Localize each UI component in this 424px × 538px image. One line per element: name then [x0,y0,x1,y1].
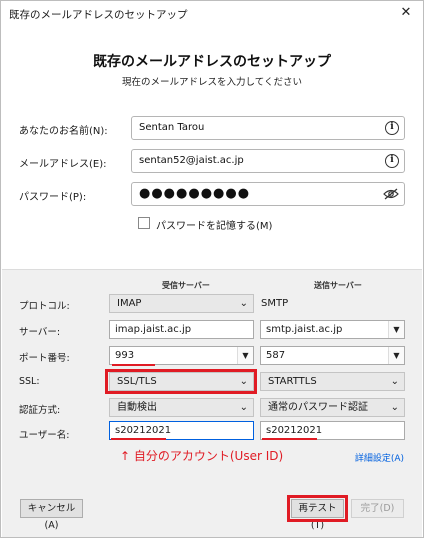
retest-highlight-box [287,495,348,522]
close-icon[interactable]: ✕ [395,3,417,23]
setup-dialog: 既存のメールアドレスのセットアップ ✕ 既存のメールアドレスのセットアップ 現在… [0,0,424,538]
outgoing-username-underline [262,438,317,440]
page-title: 既存のメールアドレスのセットアップ [93,54,331,70]
email-label: メールアドレス(E): [19,159,107,170]
name-value: Sentan Tarou [139,122,205,133]
ssl-label: SSL: [19,376,40,387]
outgoing-protocol-value: SMTP [261,298,289,309]
eye-off-icon[interactable] [383,188,399,200]
window-title: 既存のメールアドレスのセットアップ [9,9,188,21]
chevron-down-icon: ⌄ [239,298,248,309]
incoming-server-input[interactable]: imap.jaist.ac.jp [109,320,254,339]
chevron-down-icon: ⌄ [239,402,248,413]
advanced-settings-link[interactable]: 詳細設定(A) [355,451,404,464]
outgoing-port-value: 587 [266,350,286,361]
name-field[interactable]: Sentan Tarou i [131,116,405,140]
outgoing-server-combo[interactable]: smtp.jaist.ac.jp ▼ [260,320,405,339]
incoming-protocol-value: IMAP [117,298,142,309]
port-label: ポート番号: [19,353,70,364]
outgoing-username-value: s20212021 [266,425,323,436]
outgoing-ssl-value: STARTTLS [268,376,317,387]
incoming-port-value: 993 [115,350,135,361]
info-icon[interactable]: i [385,154,399,168]
done-button: 完了(D) [351,499,404,518]
outgoing-ssl-select[interactable]: STARTTLS ⌄ [260,372,405,391]
outgoing-auth-select[interactable]: 通常のパスワード認証 ⌄ [260,398,405,417]
outgoing-port-combo[interactable]: 587 ▼ [260,346,405,365]
password-value: ●●●●●●●●● [139,186,251,201]
ssl-highlight-box [105,369,257,394]
incoming-username-underline [111,438,166,440]
chevron-down-icon[interactable]: ▼ [388,347,404,364]
incoming-username-value: s20212021 [115,425,172,436]
page-subtitle: 現在のメールアドレスを入力してください [122,77,302,88]
remember-password-checkbox[interactable] [138,217,150,229]
server-label: サーバー: [19,327,61,338]
outgoing-server-value: smtp.jaist.ac.jp [266,324,343,335]
outgoing-server-header: 送信サーバー [314,281,362,290]
name-label: あなたのお名前(N): [19,126,108,137]
password-field[interactable]: ●●●●●●●●● [131,182,405,206]
incoming-port-combo[interactable]: 993 ▼ [109,346,254,365]
chevron-down-icon[interactable]: ▼ [237,347,253,364]
chevron-down-icon[interactable]: ▼ [388,321,404,338]
remember-password-label[interactable]: パスワードを記憶する(M) [156,217,272,232]
info-icon[interactable]: i [385,121,399,135]
auth-label: 認証方式: [19,405,61,416]
protocol-label: プロトコル: [19,301,70,312]
incoming-auth-value: 自動検出 [117,402,157,413]
username-label: ユーザー名: [19,430,70,441]
port-highlight-underline [112,364,155,366]
incoming-server-value: imap.jaist.ac.jp [115,324,192,335]
email-field[interactable]: sentan52@jaist.ac.jp i [131,149,405,173]
password-label: パスワード(P): [19,192,87,203]
incoming-server-header: 受信サーバー [162,281,210,290]
incoming-auth-select[interactable]: 自動検出 ⌄ [109,398,254,417]
chevron-down-icon: ⌄ [390,402,399,413]
cancel-button[interactable]: キャンセル(A) [20,499,83,531]
incoming-protocol-select[interactable]: IMAP ⌄ [109,294,254,313]
email-value: sentan52@jaist.ac.jp [139,155,244,166]
account-annotation: ↑ 自分のアカウント(User ID) [120,449,284,463]
chevron-down-icon: ⌄ [390,376,399,387]
outgoing-auth-value: 通常のパスワード認証 [268,402,368,413]
title-bar: 既存のメールアドレスのセットアップ ✕ [1,1,423,27]
